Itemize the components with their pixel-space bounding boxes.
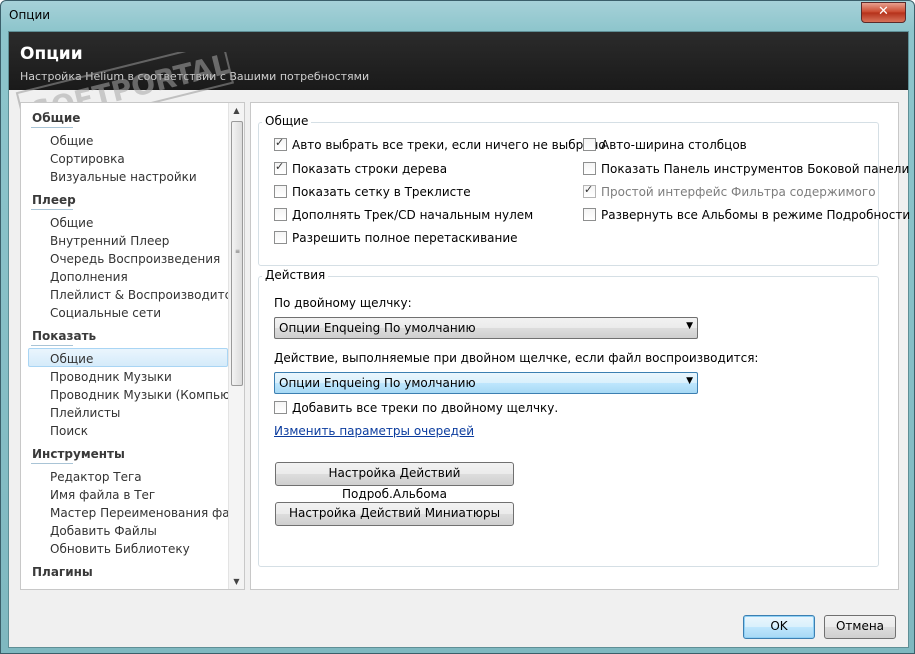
simple-filter-ui-checkbox: Простой интерфейс Фильтра содержимого [583, 183, 876, 199]
show-sidebar-toolbar-checkbox[interactable]: Показать Панель инструментов Боковой пан… [583, 162, 909, 176]
playing-double-click-label: Действие, выполняемые при двойном щелчке… [274, 351, 759, 365]
nav-item-social[interactable]: Социальные сети [50, 306, 228, 320]
section-divider [31, 127, 73, 128]
title-bar[interactable]: Опции ✕ [1, 1, 914, 31]
checkbox-checked-icon [274, 136, 287, 151]
general-group-title: Общие [262, 114, 312, 128]
options-nav-tree: Общие Общие Сортировка Визуальные настро… [20, 102, 245, 590]
checkbox-checked-icon [274, 160, 287, 175]
dialog-client: Опции Настройка Helium в соответствии с … [8, 31, 910, 648]
window-title: Опции [9, 8, 51, 22]
header-subtitle: Настройка Helium в соответствии с Вашими… [20, 70, 370, 83]
nav-section-player[interactable]: Плеер [32, 193, 76, 207]
change-queue-settings-link[interactable]: Изменить параметры очередей [274, 424, 474, 438]
checkbox-icon [583, 138, 596, 151]
double-click-label: По двойному щелчку: [274, 296, 412, 310]
dropdown-arrow-icon: ▼ [686, 321, 693, 331]
nav-item-player-general[interactable]: Общие [50, 216, 228, 230]
checkbox-icon [583, 162, 596, 175]
nav-section-general[interactable]: Общие [32, 111, 80, 125]
nav-item-play-queue[interactable]: Очередь Воспроизведения [50, 252, 228, 266]
show-tree-lines-checkbox[interactable]: Показать строки дерева [274, 160, 447, 176]
checkbox-checked-icon [583, 183, 596, 198]
double-click-action-dropdown[interactable]: Опции Enqueing По умолчанию ▼ [274, 317, 698, 339]
album-actions-button[interactable]: Настройка Действий Подроб.Альбома [275, 462, 514, 501]
nav-item-rename-wizard[interactable]: Мастер Переименования файлов [50, 506, 228, 520]
dropdown-value: Опции Enqueing По умолчанию [279, 321, 476, 335]
add-all-tracks-checkbox[interactable]: Добавить все треки по двойному щелчку. [274, 401, 558, 415]
thumbnail-actions-button[interactable]: Настройка Действий Миниатюры [275, 502, 514, 526]
nav-item-playlist-now-playing[interactable]: Плейлист & Воспроизводится [50, 288, 228, 302]
nav-item-visual-settings[interactable]: Визуальные настройки [50, 170, 228, 184]
show-grid-checkbox[interactable]: Показать сетку в Треклисте [274, 185, 471, 199]
cancel-button[interactable]: Отмена [824, 615, 896, 639]
nav-item-show-general[interactable]: Общие [50, 352, 228, 366]
nav-item-add-files[interactable]: Добавить Файлы [50, 524, 228, 538]
scroll-thumb[interactable]: ≡ [231, 121, 243, 386]
section-divider [31, 209, 73, 210]
scroll-down-icon[interactable]: ▼ [229, 574, 244, 589]
header-title: Опции [20, 44, 83, 64]
nav-scrollbar[interactable]: ▲ ≡ ▼ [228, 103, 244, 589]
nav-item-music-explorer-computer[interactable]: Проводник Музыки (Компьютер) [50, 388, 228, 402]
nav-item-update-library[interactable]: Обновить Библиотеку [50, 542, 228, 556]
settings-panel: Общие Авто выбрать все треки, если ничег… [250, 102, 910, 590]
checkbox-icon [274, 185, 287, 198]
full-drag-checkbox[interactable]: Разрешить полное перетаскивание [274, 231, 518, 245]
auto-select-tracks-checkbox[interactable]: Авто выбрать все треки, если ничего не в… [274, 136, 606, 152]
section-divider [31, 463, 73, 464]
playing-double-click-dropdown[interactable]: Опции Enqueing По умолчанию ▼ [274, 372, 698, 394]
checkbox-icon [274, 401, 287, 414]
checkbox-icon [274, 231, 287, 244]
leading-zero-checkbox[interactable]: Дополнять Трек/CD начальным нулем [274, 208, 533, 222]
nav-item-music-explorer[interactable]: Проводник Музыки [50, 370, 228, 384]
nav-item-general[interactable]: Общие [50, 134, 228, 148]
nav-item-tag-editor[interactable]: Редактор Тега [50, 470, 228, 484]
nav-section-tools[interactable]: Инструменты [32, 447, 125, 461]
expand-albums-checkbox[interactable]: Развернуть все Альбомы в режиме Подробно… [583, 208, 910, 222]
dialog-header: Опции Настройка Helium в соответствии с … [9, 32, 908, 90]
nav-section-show[interactable]: Показать [32, 329, 96, 343]
dropdown-arrow-icon: ▼ [686, 376, 693, 386]
nav-section-plugins[interactable]: Плагины [32, 565, 93, 579]
checkbox-icon [274, 208, 287, 221]
nav-item-internal-player[interactable]: Внутренний Плеер [50, 234, 228, 248]
close-icon: ✕ [878, 4, 889, 19]
auto-width-columns-checkbox[interactable]: Авто-ширина столбцов [583, 138, 747, 152]
nav-item-search[interactable]: Поиск [50, 424, 228, 438]
nav-item-addons[interactable]: Дополнения [50, 270, 228, 284]
scroll-grip-icon: ≡ [235, 248, 241, 255]
options-window: Опции ✕ Опции Настройка Helium в соответ… [0, 0, 915, 654]
section-divider [31, 345, 73, 346]
checkbox-icon [583, 208, 596, 221]
nav-item-playlists[interactable]: Плейлисты [50, 406, 228, 420]
nav-item-sorting[interactable]: Сортировка [50, 152, 228, 166]
close-button[interactable]: ✕ [861, 2, 906, 23]
ok-button[interactable]: OK [743, 615, 815, 639]
actions-group-title: Действия [262, 268, 329, 282]
dropdown-value: Опции Enqueing По умолчанию [279, 376, 476, 390]
nav-item-filename-to-tag[interactable]: Имя файла в Тег [50, 488, 228, 502]
scroll-up-icon[interactable]: ▲ [229, 103, 244, 118]
